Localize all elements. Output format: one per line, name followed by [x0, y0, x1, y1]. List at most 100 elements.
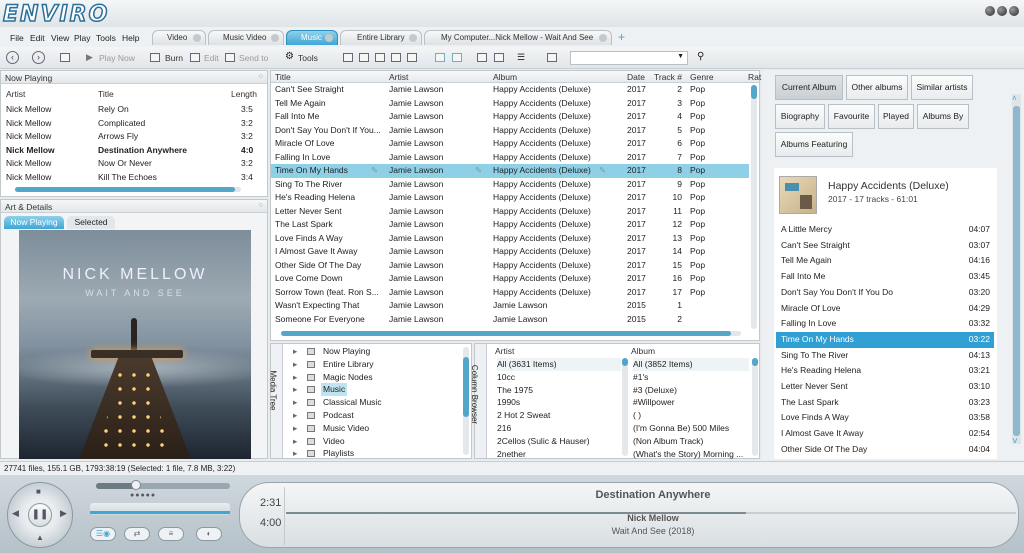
table-row[interactable]: Tell Me Again Jamie Lawson Happy Accidents…: [271, 97, 749, 111]
vertical-scrollbar[interactable]: [622, 358, 628, 456]
scroll-thumb[interactable]: [1013, 106, 1020, 436]
album-track-item[interactable]: Can't See Straight 03:07: [776, 238, 994, 254]
table-row[interactable]: Time On My Hands Jamie Lawson Happy Accide…: [271, 164, 749, 178]
artist-item[interactable]: All (3631 Items): [497, 358, 621, 371]
equalizer-toggle[interactable]: ≡: [158, 527, 184, 541]
artist-item[interactable]: 1990s: [497, 396, 621, 409]
view-icon[interactable]: [407, 53, 417, 62]
similar-artists-button[interactable]: Similar artists: [911, 75, 973, 100]
edit-button[interactable]: Edit: [204, 53, 219, 63]
table-row[interactable]: Someone For Everyone Jamie Lawson Jamie La…: [271, 313, 749, 327]
view-icon[interactable]: [343, 53, 353, 62]
expand-icon[interactable]: ▸: [293, 371, 297, 384]
tree-item[interactable]: ▸ Playlists: [285, 447, 461, 460]
expand-icon[interactable]: ▸: [293, 422, 297, 435]
table-row[interactable]: He's Reading Helena Jamie Lawson Happy Acc…: [271, 191, 749, 205]
album-item[interactable]: #Willpower: [633, 396, 749, 409]
table-row[interactable]: I Almost Gave It Away Jamie Lawson Happy A…: [271, 245, 749, 259]
close-tab-icon[interactable]: [271, 34, 279, 42]
tab-selected-art[interactable]: Selected: [67, 216, 115, 229]
album-track-item[interactable]: Tell Me Again 04:16: [776, 253, 994, 269]
edit-pencil-icon[interactable]: ✎: [475, 164, 482, 178]
artist-item[interactable]: 2Cellos (Sulic & Hauser): [497, 435, 621, 448]
table-row[interactable]: The Last Spark Jamie Lawson Happy Accident…: [271, 218, 749, 232]
table-row[interactable]: Other Side Of The Day Jamie Lawson Happy A…: [271, 259, 749, 273]
col-header-album[interactable]: Album: [631, 346, 655, 356]
view-icon[interactable]: [359, 53, 369, 62]
other-albums-button[interactable]: Other albums: [846, 75, 908, 100]
album-track-item[interactable]: Love Finds A Way 03:58: [776, 410, 994, 426]
edit-pencil-icon[interactable]: ✎: [599, 164, 606, 178]
close-tab-icon[interactable]: [599, 34, 607, 42]
table-row[interactable]: Can't See Straight Jamie Lawson Happy Acci…: [271, 83, 749, 97]
album-track-item[interactable]: He's Reading Helena 03:21: [776, 363, 994, 379]
album-item[interactable]: ( ): [633, 409, 749, 422]
tree-item[interactable]: ▸ Podcast: [285, 409, 461, 422]
previous-button[interactable]: ◀: [12, 508, 19, 519]
layout-icon[interactable]: [494, 53, 504, 62]
favourite-button[interactable]: Favourite: [828, 104, 875, 129]
albums-featuring-button[interactable]: Albums Featuring: [775, 132, 853, 157]
next-button[interactable]: ▶: [60, 508, 67, 519]
close-pane-icon[interactable]: ○: [259, 202, 263, 209]
album-track-item[interactable]: Don't Say You Don't If You Do 03:20: [776, 285, 994, 301]
expand-icon[interactable]: ▸: [293, 447, 297, 460]
menu-file[interactable]: File: [10, 33, 24, 43]
col-header-rating[interactable]: Rat: [748, 72, 761, 82]
vertical-scrollbar[interactable]: [751, 85, 757, 329]
col-header-genre[interactable]: Genre: [690, 72, 714, 82]
table-row[interactable]: Sorrow Town (feat. Ron S... Jamie Lawson H…: [271, 286, 749, 300]
table-row[interactable]: Miracle Of Love Jamie Lawson Happy Acciden…: [271, 137, 749, 151]
col-header-date[interactable]: Date: [627, 72, 645, 82]
shuffle-toggle[interactable]: ⇄: [124, 527, 150, 541]
sync-icon[interactable]: [452, 53, 462, 62]
expand-icon[interactable]: ▸: [293, 396, 297, 409]
list-item[interactable]: Nick Mellow Rely On 3:5: [1, 103, 267, 117]
burn-button[interactable]: Burn: [165, 53, 183, 63]
played-button[interactable]: Played: [878, 104, 914, 129]
edit-pencil-icon[interactable]: ✎: [371, 164, 378, 178]
table-row[interactable]: Wasn't Expecting That Jamie Lawson Jamie L…: [271, 299, 749, 313]
col-header-length[interactable]: Length: [231, 89, 257, 99]
album-track-item[interactable]: The Last Spark 03:23: [776, 395, 994, 411]
album-item[interactable]: #3 (Deluxe): [633, 384, 749, 397]
grid-icon[interactable]: [547, 53, 557, 62]
biography-button[interactable]: Biography: [775, 104, 825, 129]
expand-icon[interactable]: ▸: [293, 358, 297, 371]
view-icon[interactable]: [375, 53, 385, 62]
album-item[interactable]: All (3852 Items): [633, 358, 749, 371]
table-row[interactable]: Love Finds A Way Jamie Lawson Happy Accide…: [271, 232, 749, 246]
close-tab-icon[interactable]: [409, 34, 417, 42]
repeat-toggle[interactable]: ☰◉: [90, 527, 116, 541]
sync-icon[interactable]: [435, 53, 445, 62]
back-icon[interactable]: ‹: [6, 51, 19, 64]
albums-by-button[interactable]: Albums By: [917, 104, 969, 129]
view-icon[interactable]: [391, 53, 401, 62]
send-to-button[interactable]: Send to: [239, 53, 268, 63]
volume-slider[interactable]: [96, 483, 230, 489]
album-track-item[interactable]: Letter Never Sent 03:10: [776, 379, 994, 395]
tree-item[interactable]: ▸ Music Video: [285, 422, 461, 435]
new-tab-icon[interactable]: +: [618, 30, 625, 44]
layout-icon[interactable]: [477, 53, 487, 62]
play-pause-button[interactable]: ❚❚: [28, 503, 52, 527]
vertical-scrollbar[interactable]: ˄: [1012, 94, 1021, 444]
album-item[interactable]: (What's the Story) Morning ...: [633, 448, 749, 461]
album-info-title[interactable]: Happy Accidents (Deluxe): [828, 180, 949, 192]
table-row[interactable]: Falling In Love Jamie Lawson Happy Acciden…: [271, 151, 749, 165]
tab-music[interactable]: Music: [286, 30, 338, 45]
artist-item[interactable]: 10cc: [497, 371, 621, 384]
horizontal-scrollbar[interactable]: [15, 187, 241, 192]
album-track-item[interactable]: Fall Into Me 03:45: [776, 269, 994, 285]
tab-my-computer[interactable]: My Computer...Nick Mellow - Wait And See: [424, 30, 612, 45]
album-track-item[interactable]: Falling In Love 03:32: [776, 316, 994, 332]
col-header-artist[interactable]: Artist: [495, 346, 514, 356]
minimize-button[interactable]: [985, 6, 995, 16]
scroll-thumb[interactable]: [751, 85, 757, 99]
scroll-thumb[interactable]: [622, 358, 628, 366]
menu-play[interactable]: Play: [74, 33, 91, 43]
vertical-scrollbar[interactable]: [463, 347, 469, 455]
list-view-icon[interactable]: ☰: [517, 52, 525, 63]
table-row[interactable]: Sing To The River Jamie Lawson Happy Accid…: [271, 178, 749, 192]
horizontal-scrollbar[interactable]: [281, 331, 741, 336]
